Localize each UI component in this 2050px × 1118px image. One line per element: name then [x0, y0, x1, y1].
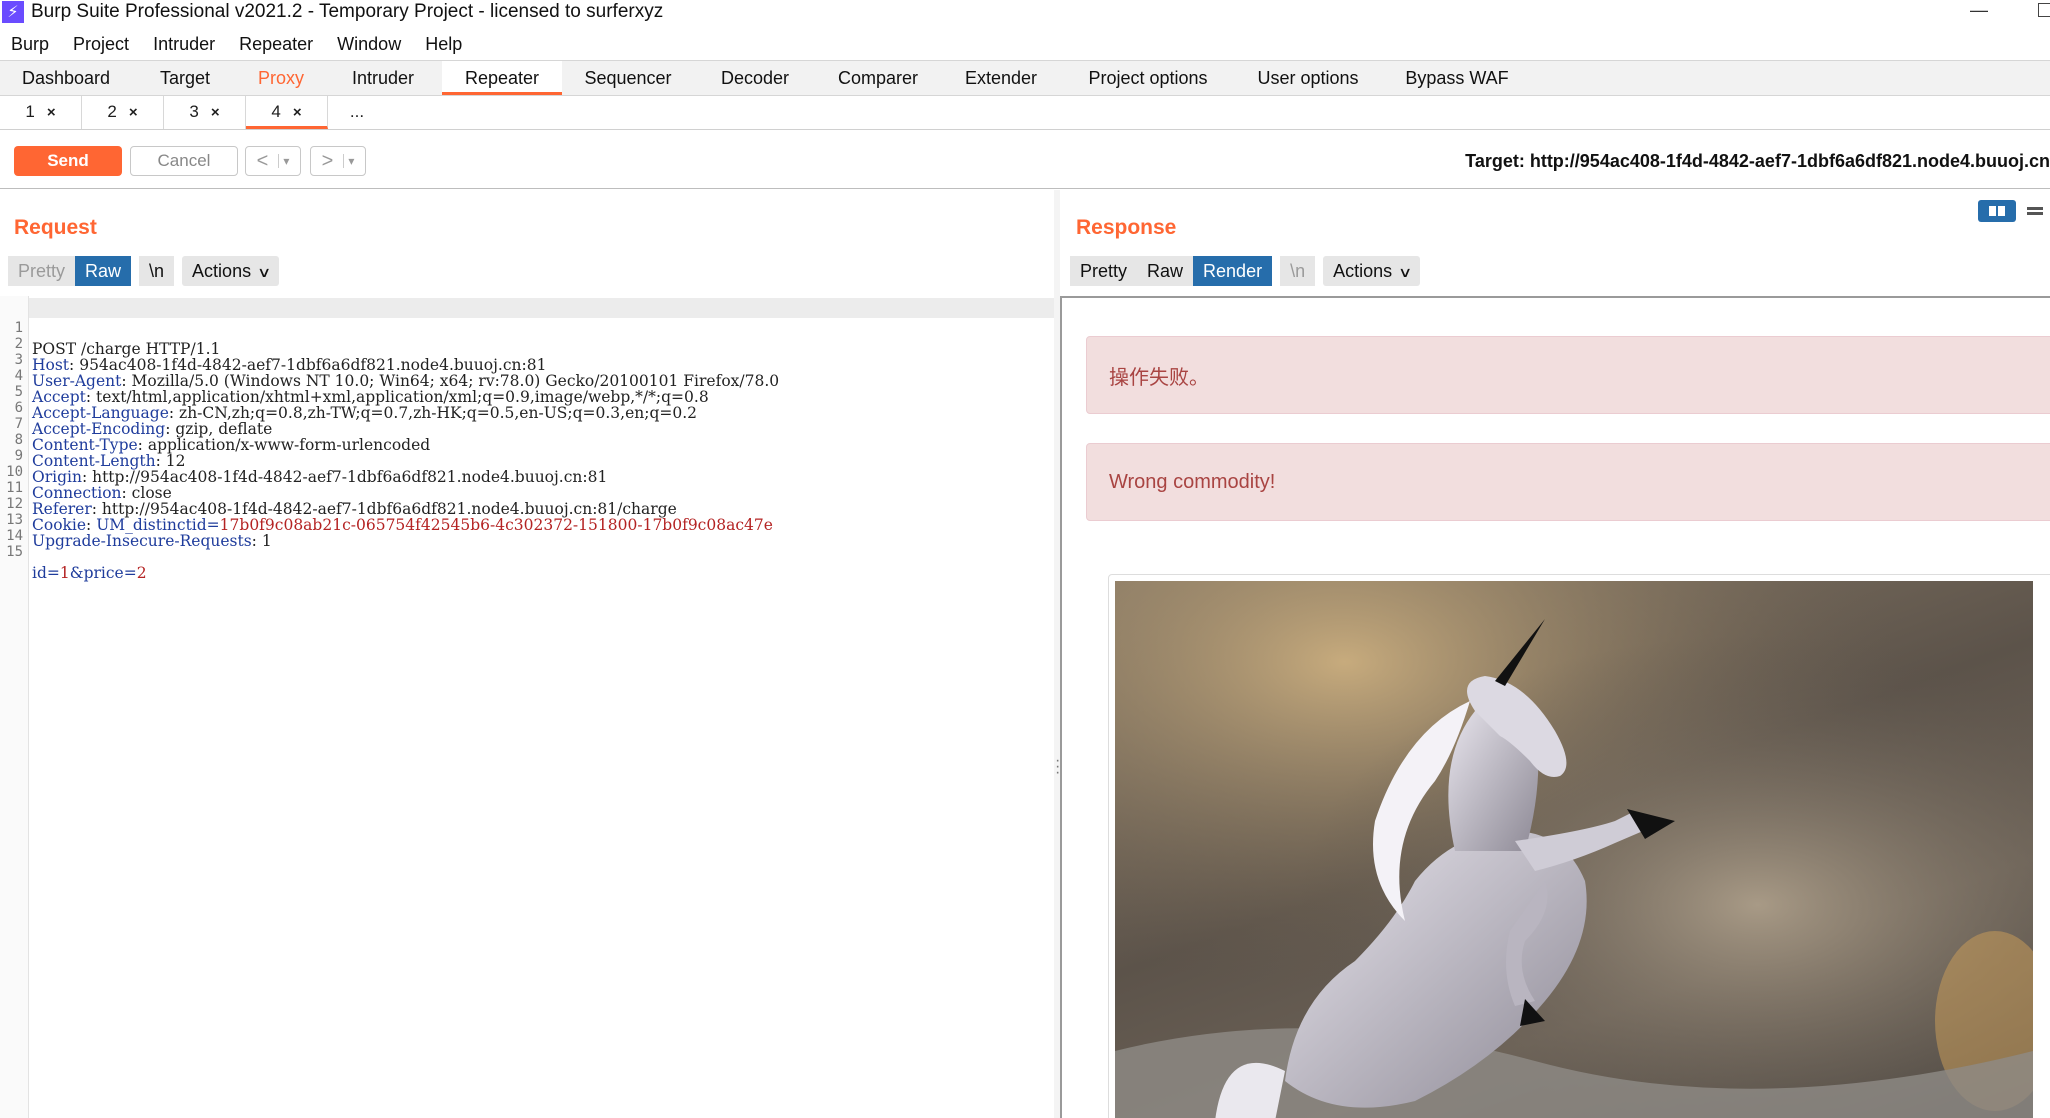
menu-help[interactable]: Help — [425, 34, 462, 55]
param-name: price — [83, 564, 124, 582]
alert-text: 操作失败。 — [1109, 366, 1209, 389]
request-raw-button[interactable]: Raw — [75, 256, 132, 286]
param-value: 1 — [59, 564, 70, 582]
layout-toggle — [1978, 200, 2050, 222]
menu-bar: Burp Project Intruder Repeater Window He… — [0, 30, 475, 58]
split-horizontal-icon[interactable] — [1978, 200, 2016, 222]
tab-decoder[interactable]: Decoder — [694, 61, 816, 95]
new-tab-button[interactable]: ... — [328, 96, 386, 129]
burp-logo-icon: ⚡ — [2, 1, 24, 23]
rendered-response: 操作失败。 Wrong commodity! — [1060, 296, 2050, 1118]
split-vertical-icon[interactable] — [2020, 200, 2050, 222]
response-title: Response — [1076, 216, 1177, 239]
tab-comparer[interactable]: Comparer — [816, 61, 940, 95]
request-panel: Request Pretty Raw \n Actions ∨ 1 POST /c… — [0, 190, 1054, 1118]
request-body: id=1&price=2 — [32, 564, 147, 582]
repeater-toolbar: Send Cancel < ▾ > ▾ Target: http://954ac… — [0, 131, 2050, 189]
window-title: Burp Suite Professional v2021.2 - Tempor… — [31, 1, 664, 22]
tab-intruder[interactable]: Intruder — [324, 61, 442, 95]
tab-extender[interactable]: Extender — [940, 61, 1062, 95]
param-value: 2 — [136, 564, 147, 582]
tool-tabs: Dashboard Target Proxy Intruder Repeater… — [0, 60, 2050, 96]
repeater-sub-tabs: 1 × 2 × 3 × 4 × ... — [0, 96, 2050, 130]
response-actions-label: Actions — [1333, 261, 1393, 281]
request-newline-button[interactable]: \n — [139, 256, 175, 286]
repeater-tab-label: 4 — [271, 102, 281, 121]
response-raw-button[interactable]: Raw — [1137, 256, 1194, 286]
response-actions-button[interactable]: Actions ∨ — [1323, 256, 1421, 286]
tab-bypass-waf[interactable]: Bypass WAF — [1382, 61, 1532, 95]
chevron-down-icon: ∨ — [1398, 264, 1413, 280]
request-pretty-button[interactable]: Pretty — [8, 256, 76, 286]
tab-project-options[interactable]: Project options — [1062, 61, 1234, 95]
commodity-image-frame — [1108, 574, 2050, 1118]
response-render-button[interactable]: Render — [1193, 256, 1273, 286]
request-view-bar: Pretty Raw \n Actions ∨ — [8, 256, 280, 286]
menu-burp[interactable]: Burp — [11, 34, 49, 55]
tab-target[interactable]: Target — [132, 61, 238, 95]
unicorn-illustration — [1115, 581, 2033, 1118]
menu-intruder[interactable]: Intruder — [153, 34, 215, 55]
repeater-tab-label: 2 — [107, 102, 117, 121]
close-icon[interactable]: × — [211, 104, 220, 121]
chevron-down-icon[interactable]: ▾ — [278, 154, 289, 168]
param-name: id — [32, 564, 47, 582]
tab-proxy[interactable]: Proxy — [238, 61, 324, 95]
menu-project[interactable]: Project — [73, 34, 129, 55]
response-panel: Response Pretty Raw Render \n Actions ∨ 操… — [1060, 190, 2050, 1118]
close-icon[interactable]: × — [47, 104, 56, 121]
repeater-tab-label: 1 — [25, 102, 35, 121]
request-actions-label: Actions — [192, 261, 252, 281]
unicorn-image — [1115, 581, 2033, 1118]
tab-user-options[interactable]: User options — [1234, 61, 1382, 95]
tab-sequencer[interactable]: Sequencer — [562, 61, 694, 95]
target-host-label[interactable]: Target: http://954ac408-1f4d-4842-aef7-1… — [1465, 151, 2050, 172]
close-icon[interactable]: × — [129, 104, 138, 121]
chevron-down-icon[interactable]: ▾ — [343, 154, 354, 168]
title-bar: ⚡ Burp Suite Professional v2021.2 - Temp… — [0, 0, 2050, 24]
response-pretty-button[interactable]: Pretty — [1070, 256, 1138, 286]
error-alert: Wrong commodity! — [1086, 443, 2050, 521]
history-back-button[interactable]: < ▾ — [245, 146, 301, 176]
history-forward-button[interactable]: > ▾ — [310, 146, 366, 176]
maximize-button[interactable] — [2038, 3, 2050, 17]
response-view-bar: Pretty Raw Render \n Actions ∨ — [1070, 256, 1421, 286]
chevron-down-icon: ∨ — [257, 264, 272, 280]
line-number: 15 — [6, 544, 23, 560]
repeater-tab-4[interactable]: 4 × — [246, 96, 328, 129]
menu-window[interactable]: Window — [337, 34, 401, 55]
request-title: Request — [14, 216, 97, 239]
chevron-right-icon: > — [321, 149, 334, 172]
request-editor[interactable]: 1 POST /charge HTTP/1.1 2 Host: 954ac408… — [0, 296, 1054, 1118]
close-icon[interactable]: × — [293, 104, 302, 121]
tab-repeater[interactable]: Repeater — [442, 61, 562, 95]
error-alert: 操作失败。 — [1086, 336, 2050, 414]
request-line: 15 id=1&price=2 — [0, 521, 1054, 582]
request-actions-button[interactable]: Actions ∨ — [182, 256, 280, 286]
minimize-button[interactable]: — — [1970, 0, 1988, 22]
repeater-tab-1[interactable]: 1 × — [0, 96, 82, 129]
chevron-left-icon: < — [256, 149, 269, 172]
menu-repeater[interactable]: Repeater — [239, 34, 313, 55]
repeater-tab-2[interactable]: 2 × — [82, 96, 164, 129]
repeater-tab-label: 3 — [189, 102, 199, 121]
send-button[interactable]: Send — [14, 146, 122, 176]
tab-dashboard[interactable]: Dashboard — [0, 61, 132, 95]
response-newline-button[interactable]: \n — [1280, 256, 1316, 286]
alert-text: Wrong commodity! — [1109, 470, 1276, 493]
cancel-button[interactable]: Cancel — [130, 146, 238, 176]
repeater-tab-3[interactable]: 3 × — [164, 96, 246, 129]
